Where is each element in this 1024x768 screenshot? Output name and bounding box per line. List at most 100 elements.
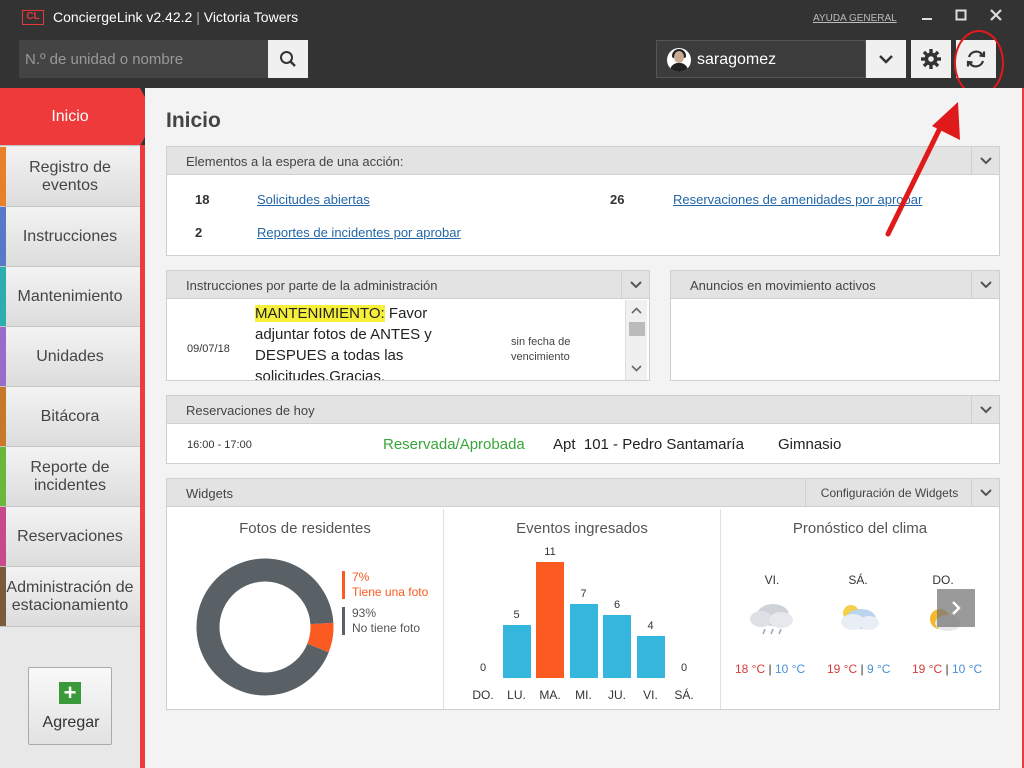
- chart-bar-3: [569, 604, 598, 678]
- sidebar-item-instrucciones[interactable]: Instrucciones: [0, 207, 140, 267]
- search-input[interactable]: [19, 40, 268, 78]
- chart-tick-label: DO.: [472, 688, 494, 702]
- widget-config-button[interactable]: Configuración de Widgets: [805, 479, 973, 507]
- chevron-down-icon: [979, 157, 992, 165]
- instruction-date: 09/07/18: [187, 343, 230, 355]
- widget-title: Fotos de residentes: [239, 520, 371, 537]
- temp-low: 10 °C: [951, 662, 983, 676]
- sidebar-item-bitacora[interactable]: Bitácora: [0, 387, 140, 447]
- chart-data-label: 4: [647, 619, 654, 632]
- page-title: Inicio: [166, 109, 221, 132]
- settings-button[interactable]: [911, 40, 951, 78]
- chart-tick-label: LU.: [507, 688, 526, 702]
- collapse-button[interactable]: [621, 271, 649, 299]
- instruction-due: sin fecha de vencimiento: [511, 335, 570, 365]
- panel-title: Widgets: [186, 486, 233, 501]
- reservation-unit: Apt 101 - Pedro Santamaría: [553, 436, 744, 453]
- close-icon[interactable]: [985, 6, 1007, 28]
- panel-title: Elementos a la espera de una acción:: [186, 154, 404, 169]
- legend-marker: [342, 607, 345, 635]
- partly-cloudy-icon: [841, 605, 879, 630]
- sidebar-item-label: Bitácora: [40, 407, 100, 425]
- chart-bar-1: [502, 625, 531, 678]
- weather-temp: 19 °C | 9 °C: [827, 662, 890, 676]
- legend-label: No tiene foto: [352, 621, 421, 635]
- sidebar-item-unidades[interactable]: Unidades: [0, 327, 140, 387]
- incident-reports-link[interactable]: Reportes de incidentes por aprobar: [257, 225, 461, 240]
- legend-without-photo: 93% No tiene foto: [352, 606, 420, 636]
- add-button[interactable]: + Agregar: [28, 667, 112, 745]
- maximize-icon[interactable]: [950, 6, 972, 28]
- instruction-line: Favor: [384, 305, 428, 322]
- events-widget: Eventos ingresados 0 DO. 5 LU. 11 MA. 7 MI. 6 JU.…: [444, 509, 721, 709]
- sidebar-stripe: [0, 327, 6, 386]
- instruction-line: DESPUES a todas las: [255, 347, 404, 364]
- legend-pct: 7%: [352, 570, 370, 584]
- building-name: Victoria Towers: [203, 9, 299, 25]
- chevron-up-icon: [631, 307, 642, 314]
- temp-low: 10 °C: [774, 662, 806, 676]
- sidebar-stripe: [0, 267, 6, 326]
- app-title: ConciergeLink v2.42.2 | Victoria Towers: [53, 9, 298, 25]
- toolbar: saragomez: [0, 36, 1024, 86]
- search-button[interactable]: [268, 40, 308, 78]
- scrollbar[interactable]: [625, 300, 647, 380]
- scrollbar-thumb[interactable]: [629, 322, 645, 336]
- sidebar-item-inicio[interactable]: Inicio: [0, 88, 140, 146]
- sidebar-item-label: Inicio: [51, 107, 89, 125]
- next-forecast-button[interactable]: [937, 589, 975, 627]
- sidebar-item-administracion-de-estacionamiento[interactable]: Administración de estacionamiento: [0, 567, 140, 627]
- add-button-label: Agregar: [42, 714, 100, 731]
- sidebar-item-label: Instrucciones: [22, 227, 118, 245]
- sidebar-item-registro-de-eventos[interactable]: Registro de eventos: [0, 147, 140, 207]
- chart-tick-label: VI.: [643, 688, 658, 702]
- amenity-reservations-count: 26: [610, 192, 625, 207]
- temp-high: 19 °C: [912, 662, 943, 676]
- panel-header: Widgets Configuración de Widgets: [167, 479, 999, 507]
- reservation-amenity: Gimnasio: [778, 436, 842, 453]
- sidebar-stripe: [0, 387, 6, 446]
- sidebar-item-reservaciones[interactable]: Reservaciones: [0, 507, 140, 567]
- collapse-button[interactable]: [971, 147, 999, 175]
- weather-temp: 18 °C | 10 °C: [735, 662, 805, 676]
- chevron-right-icon: [952, 601, 961, 615]
- chart-data-label: 11: [544, 546, 556, 558]
- sidebar-item-label: Registro de eventos: [29, 158, 111, 194]
- temp-low: 9 °C: [866, 662, 891, 676]
- temp-high: 18 °C: [735, 662, 766, 676]
- chart-bar-5: [636, 635, 665, 678]
- weather-widget: Pronóstico del clima VI. SÁ. DO. 18 °C |…: [721, 509, 999, 709]
- chart-data-label: 0: [479, 662, 487, 674]
- panel-header: Elementos a la espera de una acción:: [167, 147, 999, 175]
- open-requests-link[interactable]: Solicitudes abiertas: [257, 192, 370, 207]
- panel-header: Reservaciones de hoy: [167, 396, 999, 424]
- sidebar-item-mantenimiento[interactable]: Mantenimiento: [0, 267, 140, 327]
- minimize-icon[interactable]: [916, 6, 938, 28]
- chart-bar-4: [603, 614, 631, 678]
- donut-slice-without-photo: [196, 558, 334, 696]
- sidebar-item-label: Unidades: [36, 347, 104, 365]
- chart-bar-2: [536, 562, 564, 678]
- user-dropdown-button[interactable]: [866, 40, 906, 78]
- chart-tick-label: JU.: [608, 688, 626, 702]
- legend-marker: [342, 571, 345, 599]
- chart-tick-label: SÁ.: [674, 688, 694, 702]
- resident-photos-widget: Fotos de residentes 7% Tiene una foto 93…: [167, 509, 444, 709]
- sidebar-item-label: Mantenimiento: [17, 287, 123, 305]
- temp-separator: |: [768, 662, 772, 676]
- collapse-button[interactable]: [971, 479, 999, 507]
- chevron-down-icon: [629, 281, 642, 289]
- reservation-status: Reservada/Aprobada: [383, 436, 525, 453]
- collapse-button[interactable]: [971, 271, 999, 299]
- photos-donut-chart: [196, 558, 334, 696]
- sidebar-item-reporte-de-incidentes[interactable]: Reporte de incidentes: [0, 447, 140, 507]
- legend-label: Tiene una foto: [352, 585, 429, 599]
- sidebar-stripe: [0, 507, 6, 566]
- help-link[interactable]: AYUDA GENERAL: [813, 13, 897, 24]
- chart-data-label: 6: [613, 598, 621, 611]
- user-selector[interactable]: saragomez: [656, 40, 866, 78]
- due-line: sin fecha de: [511, 336, 571, 348]
- collapse-button[interactable]: [971, 396, 999, 424]
- app-name: ConciergeLink v2.42.2: [53, 9, 193, 25]
- open-requests-count: 18: [195, 192, 210, 207]
